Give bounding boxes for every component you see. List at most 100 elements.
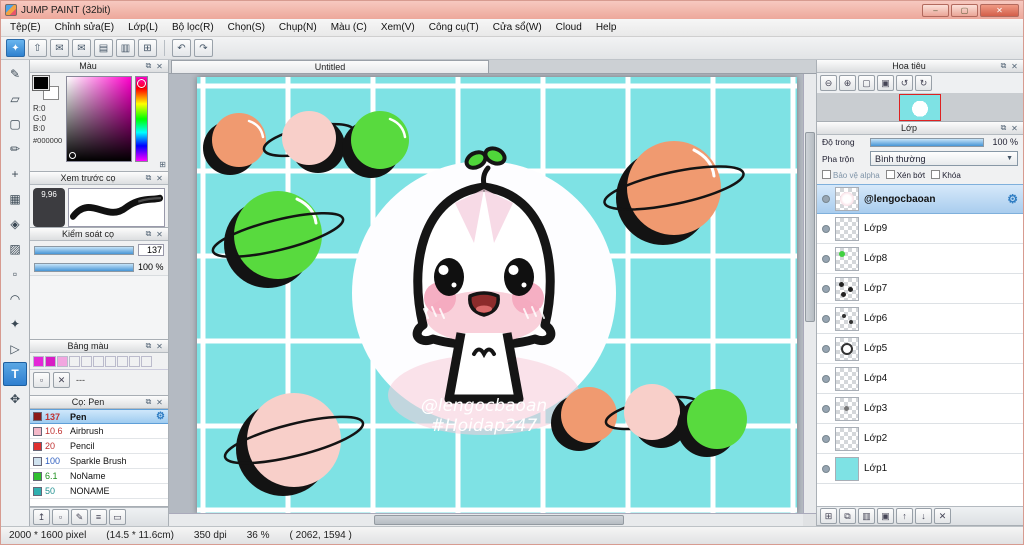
vertical-scroll-thumb[interactable] xyxy=(805,132,815,322)
layer-visibility-dot[interactable] xyxy=(822,464,830,473)
popout-icon[interactable]: ⧉ xyxy=(998,123,1009,133)
layer-visibility-dot[interactable] xyxy=(822,404,830,413)
move-tool[interactable]: + xyxy=(3,162,27,186)
lock-checkbox[interactable]: Khóa xyxy=(931,170,961,180)
close-icon[interactable]: ✕ xyxy=(154,342,165,351)
palette-swatch[interactable] xyxy=(141,356,152,367)
menu-cloud[interactable]: Cloud xyxy=(549,20,589,35)
sv-marker[interactable] xyxy=(69,152,76,159)
fit-view-icon[interactable]: ▢ xyxy=(858,75,875,91)
brush-opacity-slider[interactable] xyxy=(34,262,134,272)
hue-slider[interactable] xyxy=(135,76,148,162)
zoom-out-icon[interactable]: ⊖ xyxy=(820,75,837,91)
share-icon[interactable]: ⇧ xyxy=(28,39,47,57)
new-layer-icon[interactable]: ⊞ xyxy=(820,508,837,524)
palette-grid-icon[interactable]: ⊞ xyxy=(159,160,166,169)
brush-row-pencil[interactable]: 20 Pencil xyxy=(30,439,168,454)
gradient-tool[interactable]: ▨ xyxy=(3,237,27,261)
pencil-tool[interactable]: ✏ xyxy=(3,137,27,161)
fg-bg-swatches[interactable] xyxy=(32,75,59,100)
magic-wand-tool[interactable]: ✦ xyxy=(3,312,27,336)
brush-row-pen[interactable]: 137 Pen ⚙ xyxy=(30,409,168,424)
brush-folder-icon[interactable]: ▭ xyxy=(109,509,126,525)
layer-row-active[interactable]: @lengocbaoan ⚙ xyxy=(817,184,1023,214)
layer-row[interactable]: Lớp7 xyxy=(817,274,1023,304)
layer-visibility-dot[interactable] xyxy=(822,434,830,443)
layer-row[interactable]: Lớp8 xyxy=(817,244,1023,274)
foreground-color-swatch[interactable] xyxy=(32,75,50,91)
delete-swatch-icon[interactable]: ✕ xyxy=(53,372,70,388)
page-icon[interactable]: ▤ xyxy=(94,39,113,57)
comment-icon[interactable]: ✉ xyxy=(50,39,69,57)
layer-visibility-dot[interactable] xyxy=(822,195,830,203)
palette-swatch[interactable] xyxy=(93,356,104,367)
edit-brush-icon[interactable]: ✎ xyxy=(71,509,88,525)
menu-layer[interactable]: Lớp(L) xyxy=(121,20,165,35)
merge-layer-icon[interactable]: ▥ xyxy=(858,508,875,524)
saturation-value-picker[interactable] xyxy=(66,76,132,162)
layer-row[interactable]: Lớp5 xyxy=(817,334,1023,364)
hand-tool[interactable]: ✥ xyxy=(3,387,27,411)
canvas-artwork[interactable]: @lengocbaoan #Hoidap247 xyxy=(197,77,797,513)
marquee-tool[interactable]: ▫ xyxy=(3,262,27,286)
close-icon[interactable]: ✕ xyxy=(154,398,165,407)
actual-size-icon[interactable]: ▣ xyxy=(877,75,894,91)
popout-icon[interactable]: ⧉ xyxy=(143,229,154,239)
text-tool[interactable]: T xyxy=(3,362,27,386)
menu-help[interactable]: Help xyxy=(589,20,624,35)
layer-visibility-dot[interactable] xyxy=(822,374,830,383)
close-icon[interactable]: ✕ xyxy=(1009,124,1020,133)
close-icon[interactable]: ✕ xyxy=(154,62,165,71)
blend-mode-select[interactable]: Bình thường ▼ xyxy=(870,151,1018,166)
popout-icon[interactable]: ⧉ xyxy=(143,341,154,351)
vertical-scrollbar[interactable] xyxy=(803,74,816,513)
menu-tools[interactable]: Công cụ(T) xyxy=(422,20,486,35)
palette-swatch[interactable] xyxy=(129,356,140,367)
add-swatch-icon[interactable]: ▫ xyxy=(33,372,50,388)
canvas-viewport[interactable]: @lengocbaoan #Hoidap247 xyxy=(169,74,803,513)
fill-tool[interactable]: ◈ xyxy=(3,212,27,236)
maximize-button[interactable]: ▢ xyxy=(951,3,978,17)
palette-swatch[interactable] xyxy=(57,356,68,367)
navigator-thumbnail[interactable] xyxy=(899,93,941,121)
layer-row[interactable]: Lớp3 xyxy=(817,394,1023,424)
close-button[interactable]: ✕ xyxy=(980,3,1019,17)
menu-window[interactable]: Cửa sổ(W) xyxy=(486,20,549,35)
brush-row-airbrush[interactable]: 10.6 Airbrush xyxy=(30,424,168,439)
delete-layer-icon[interactable]: ✕ xyxy=(934,508,951,524)
layer-row[interactable]: Lớp9 xyxy=(817,214,1023,244)
palette-swatch[interactable] xyxy=(117,356,128,367)
brush-row-noname2[interactable]: 50 NONAME xyxy=(30,484,168,499)
layer-folder-icon[interactable]: ▣ xyxy=(877,508,894,524)
brush-settings-gear-icon[interactable]: ⚙ xyxy=(156,411,165,422)
palette-swatch[interactable] xyxy=(69,356,80,367)
undo-button[interactable]: ↶ xyxy=(172,39,191,57)
menu-color[interactable]: Màu (C) xyxy=(324,20,374,35)
palette-swatch[interactable] xyxy=(45,356,56,367)
layer-visibility-dot[interactable] xyxy=(822,224,830,233)
popout-icon[interactable]: ⧉ xyxy=(143,173,154,183)
layer-visibility-dot[interactable] xyxy=(822,314,830,323)
menu-filter[interactable]: Bộ lọc(R) xyxy=(165,20,221,35)
panel-up-icon[interactable]: ↥ xyxy=(33,509,50,525)
layer-row[interactable]: Lớp4 xyxy=(817,364,1023,394)
brush-size-value[interactable]: 137 xyxy=(138,244,164,256)
horizontal-scrollbar[interactable] xyxy=(169,514,803,526)
grid-icon[interactable]: ⊞ xyxy=(138,39,157,57)
palette-swatch[interactable] xyxy=(33,356,44,367)
layer-settings-gear-icon[interactable]: ⚙ xyxy=(1007,192,1018,206)
rotate-right-icon[interactable]: ↻ xyxy=(915,75,932,91)
popout-icon[interactable]: ⧉ xyxy=(143,397,154,407)
popout-icon[interactable]: ⧉ xyxy=(143,61,154,71)
menu-edit[interactable]: Chỉnh sửa(E) xyxy=(48,20,122,35)
hue-marker[interactable] xyxy=(137,79,146,88)
close-icon[interactable]: ✕ xyxy=(154,174,165,183)
menu-file[interactable]: Tệp(E) xyxy=(3,20,48,35)
layer-row[interactable]: Lớp6 xyxy=(817,304,1023,334)
new-brush-icon[interactable]: ▫ xyxy=(52,509,69,525)
brush-menu-icon[interactable]: ≡ xyxy=(90,509,107,525)
cloud-brush-icon[interactable]: ✦ xyxy=(6,39,25,57)
redo-button[interactable]: ↷ xyxy=(194,39,213,57)
menu-select[interactable]: Chọn(S) xyxy=(221,20,272,35)
horizontal-scroll-thumb[interactable] xyxy=(374,515,624,525)
